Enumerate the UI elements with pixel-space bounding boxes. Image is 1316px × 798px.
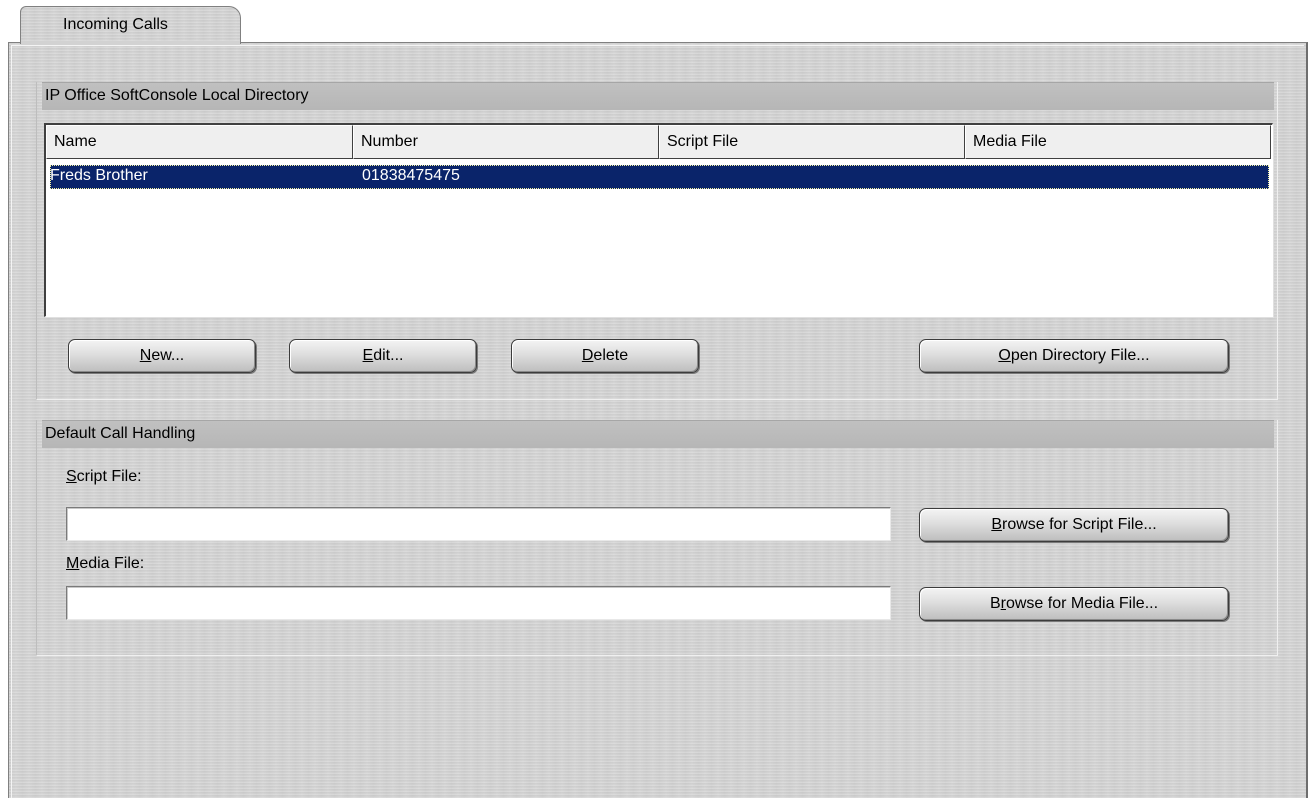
column-header-media-file[interactable]: Media File [965,125,1271,159]
column-header-number[interactable]: Number [353,125,659,159]
cell-number: 01838475475 [362,167,460,184]
column-label: Number [361,133,418,150]
new-button[interactable]: New... [68,339,256,373]
default-handling-section-header: Default Call Handling [42,420,1274,448]
button-text: B [989,595,1001,612]
accelerator-key: D [581,347,594,364]
column-header-script-file[interactable]: Script File [659,125,965,159]
accelerator-key: B [991,516,1002,533]
directory-list[interactable]: Name Number Script File Media File Freds… [44,123,1273,317]
media-file-label: Media File: [66,555,144,573]
accelerator-key: E [362,347,374,364]
open-directory-file-button[interactable]: Open Directory File... [919,339,1229,373]
script-file-label: Script File: [66,468,142,486]
accelerator-key: O [998,347,1011,364]
directory-section-header: IP Office SoftConsole Local Directory [42,82,1274,110]
directory-section-title: IP Office SoftConsole Local Directory [45,87,309,104]
delete-button[interactable]: Delete [511,339,699,373]
column-header-name[interactable]: Name [46,125,353,159]
button-text: owse for Media File... [1005,595,1159,612]
cell-name: Freds Brother [50,167,148,184]
script-file-input[interactable] [66,507,891,541]
browse-script-file-button[interactable]: Browse for Script File... [919,508,1229,542]
column-label: Name [54,133,97,150]
column-label: Script File [667,133,739,150]
label-text: edia File: [79,555,145,572]
browse-media-file-button[interactable]: Browse for Media File... [919,587,1229,621]
column-label: Media File [973,133,1047,150]
accelerator-key: M [66,555,80,572]
media-file-input[interactable] [66,586,891,620]
accelerator-key: N [139,347,152,364]
button-text: ew... [151,347,185,364]
tab-label: Incoming Calls [63,16,168,33]
button-text: rowse for Script File... [1001,516,1157,533]
directory-list-header: Name Number Script File Media File [46,125,1272,159]
button-text: pen Directory File... [1010,347,1150,364]
tab-join [21,41,240,45]
button-text: dit... [373,347,404,364]
button-text: elete [593,347,629,364]
table-row[interactable]: Freds Brother 01838475475 [50,165,1269,189]
tab-incoming-calls[interactable]: Incoming Calls [20,6,241,44]
label-text: cript File: [76,468,142,485]
default-handling-section-title: Default Call Handling [45,425,196,442]
accelerator-key: S [66,468,77,485]
edit-button[interactable]: Edit... [289,339,477,373]
